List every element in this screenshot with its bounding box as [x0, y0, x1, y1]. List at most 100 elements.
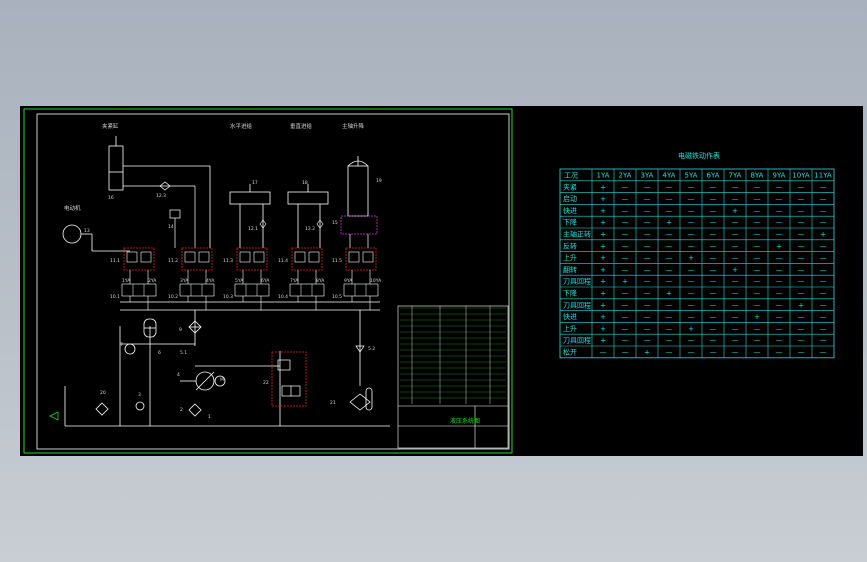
table-cell: — — [820, 278, 827, 286]
table-cell: — — [798, 313, 805, 321]
table-cell: — — [666, 278, 673, 286]
solenoid-label: 3YA — [180, 278, 189, 284]
valve-11-label: 11.3 — [223, 258, 233, 264]
table-cell: — — [732, 337, 739, 345]
solenoid-action-table: 工况 1YA 2YA 3YA 4YA 5YA 6YA 7YA 8YA 9YA 10YA 11YA 夹紧 +… — [559, 168, 835, 359]
table-cell: — — [820, 337, 827, 345]
solenoid-label: 1YA — [122, 278, 131, 284]
label-21: 21 — [330, 400, 336, 406]
feed-cylinder-18 — [287, 184, 329, 248]
table-cell: — — [644, 242, 651, 250]
table-cell: — — [776, 254, 783, 262]
table-header-cell: 工况 — [564, 172, 578, 180]
table-cell: — — [776, 266, 783, 274]
table-cell: — — [666, 301, 673, 309]
table-cell: — — [732, 242, 739, 250]
table-cell: — — [710, 290, 717, 298]
table-cell: — — [688, 313, 695, 321]
table-cell: + — [600, 231, 606, 239]
valve-11-label: 11.4 — [278, 258, 288, 264]
table-cell: — — [644, 195, 651, 203]
table-cell: — — [820, 325, 827, 333]
valve-10-label: 10.2 — [168, 294, 178, 300]
table-cell: — — [710, 301, 717, 309]
table-cell: + — [600, 195, 606, 203]
table-cell: — — [666, 183, 673, 191]
table-cell: — — [666, 207, 673, 215]
table-cell: + — [622, 278, 628, 286]
table-cell: — — [710, 278, 717, 286]
table-cell: — — [666, 349, 673, 357]
table-cell: + — [600, 301, 606, 309]
table-cell: — — [798, 231, 805, 239]
label-12-1: 12.1 — [248, 226, 258, 232]
table-cell: — — [820, 195, 827, 203]
table-cell: — — [776, 313, 783, 321]
table-cell: — — [622, 266, 629, 274]
valve-10-body — [289, 283, 325, 297]
table-cell: — — [644, 278, 651, 286]
table-cell: — — [820, 254, 827, 262]
label-4: 4 — [177, 372, 180, 378]
table-cell: + — [754, 313, 760, 321]
valve-11-cell — [184, 251, 196, 263]
table-cell: — — [666, 266, 673, 274]
valve-10-label: 10.5 — [332, 294, 342, 300]
solenoid-label: 8YA — [316, 278, 325, 284]
table-cell: — — [688, 337, 695, 345]
pressure-gauge-7 — [124, 343, 136, 355]
table-cell: — — [666, 325, 673, 333]
table-cell: — — [710, 219, 717, 227]
table-header-cell: 1YA — [597, 172, 610, 180]
table-cell: — — [754, 349, 761, 357]
table-cell: — — [688, 183, 695, 191]
label-9: 9 — [179, 327, 182, 333]
table-cell: — — [644, 325, 651, 333]
table-cell: — — [710, 195, 717, 203]
table-header-cell: 6YA — [707, 172, 720, 180]
solenoid-label: 7YA — [290, 278, 299, 284]
label-22: 22 — [263, 380, 269, 386]
table-cell: — — [622, 349, 629, 357]
table-cell: — — [622, 219, 629, 227]
table-cell: — — [798, 195, 805, 203]
table-cell: — — [710, 325, 717, 333]
table-row-label: 启动 — [563, 194, 577, 203]
table-cell: — — [776, 325, 783, 333]
table-cell: — — [754, 207, 761, 215]
table-row-label: 刀具回程 — [563, 336, 591, 345]
label-16: 16 — [108, 195, 114, 201]
table-cell: — — [754, 195, 761, 203]
valve-11-cell — [239, 251, 251, 263]
table-cell: — — [710, 337, 717, 345]
table-cell: — — [732, 219, 739, 227]
table-cell: — — [622, 242, 629, 250]
table-cell: — — [732, 349, 739, 357]
table-cell: — — [688, 278, 695, 286]
table-cell: + — [798, 301, 804, 309]
table-cell: — — [732, 183, 739, 191]
cad-drawing-canvas[interactable]: 夹紧缸 水平进给 垂直进给 主轴升降 电动机 16 12.3 14 13 17 — [20, 106, 863, 456]
table-cell: — — [820, 207, 827, 215]
label-5-1: 5.1 — [180, 350, 187, 356]
table-cell: + — [600, 254, 606, 262]
table-cell: — — [622, 290, 629, 298]
valve-10-label: 10.4 — [278, 294, 288, 300]
table-cell: + — [776, 242, 782, 250]
label-19: 19 — [376, 178, 382, 184]
table-row-label: 下降 — [563, 289, 577, 298]
table-cell: + — [600, 325, 606, 333]
table-cell: — — [666, 254, 673, 262]
table-cell: — — [820, 183, 827, 191]
table-cell: — — [622, 313, 629, 321]
table-row-label: 主轴正转 — [563, 230, 591, 239]
table-header-cell: 7YA — [729, 172, 742, 180]
table-cell: — — [754, 219, 761, 227]
spindle-valve-15-highlight — [340, 215, 378, 235]
table-cell: — — [710, 242, 717, 250]
table-cell: — — [688, 195, 695, 203]
sheet-inner-border — [36, 113, 510, 450]
spindle-cylinder-19 — [347, 156, 369, 217]
valve-11-highlight — [291, 247, 323, 271]
table-cell: + — [820, 231, 826, 239]
